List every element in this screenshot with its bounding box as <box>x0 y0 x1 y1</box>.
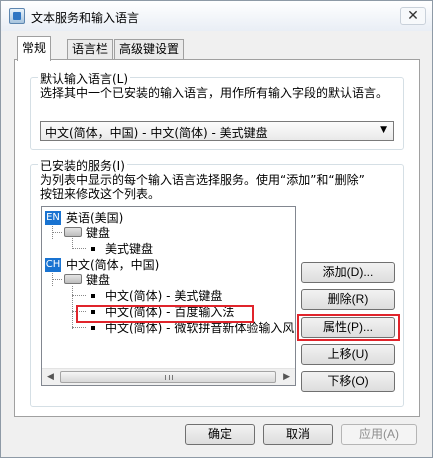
installed-services-description-line2: 按钮来修改这个列表。 <box>40 187 161 201</box>
tree-node-ime-us-keyboard[interactable]: 中文(简体) - 美式键盘 <box>105 289 222 303</box>
cancel-button[interactable]: 取消 <box>263 424 333 445</box>
bullet-icon <box>91 294 95 298</box>
tab-language-bar[interactable]: 语言栏 <box>67 39 114 59</box>
bullet-icon <box>91 326 95 330</box>
tree-line <box>72 327 86 328</box>
move-down-button[interactable]: 下移(O) <box>301 371 395 392</box>
tab-advanced-key-settings[interactable]: 高级键设置 <box>114 39 185 59</box>
tree-node-english-us[interactable]: 英语(美国) <box>66 211 123 225</box>
tree-node-ch-keyboard[interactable]: 键盘 <box>86 273 110 287</box>
installed-services-label: 已安装的服务(I) <box>38 157 127 174</box>
default-language-dropdown[interactable]: 中文(简体，中国) - 中文(简体) - 美式键盘 ▼ <box>40 121 394 141</box>
default-language-label: 默认输入语言(L) <box>38 70 131 87</box>
tree-line <box>72 248 86 249</box>
keyboard-icon <box>64 227 82 237</box>
window-title: 文本服务和输入语言 <box>31 11 140 25</box>
scrollbar-thumb[interactable] <box>60 371 276 383</box>
close-button[interactable]: ✕ <box>400 7 426 25</box>
tree-line <box>72 295 86 296</box>
highlight-properties-button <box>297 314 400 341</box>
keyboard-icon <box>64 274 82 284</box>
scroll-left-icon[interactable]: ◀ <box>47 372 54 382</box>
bullet-icon <box>91 247 95 251</box>
default-language-description: 选择其中一个已安装的输入语言，用作所有输入字段的默认语言。 <box>40 86 389 100</box>
apply-button[interactable]: 应用(A) <box>341 424 417 445</box>
default-language-value: 中文(简体，中国) - 中文(简体) - 美式键盘 <box>45 126 268 140</box>
grip-icon <box>165 375 173 380</box>
tree-node-en-us-keyboard[interactable]: 美式键盘 <box>105 242 153 256</box>
dialog-window: 文本服务和输入语言 ✕ 常规 语言栏 高级键设置 默认输入语言(L) 选择其中一… <box>0 0 433 458</box>
tree-line <box>52 232 62 233</box>
highlight-baidu-ime <box>76 305 254 323</box>
tree-node-chinese-simplified[interactable]: 中文(简体，中国) <box>66 258 159 272</box>
dropdown-arrow-icon: ▼ <box>380 125 387 135</box>
tree-line <box>52 279 62 280</box>
tree-line <box>72 286 73 329</box>
language-flag-ch-icon: CH <box>45 258 61 272</box>
ok-button[interactable]: 确定 <box>185 424 255 445</box>
tab-general[interactable]: 常规 <box>17 36 52 61</box>
tree-node-ime-microsoft-pinyin[interactable]: 中文(简体) - 微软拼音新体验输入风 <box>105 321 294 335</box>
installed-services-description-line1: 为列表中显示的每个输入语言选择服务。使用“添加”和“删除” <box>40 173 365 187</box>
remove-button[interactable]: 删除(R) <box>301 289 395 310</box>
add-button[interactable]: 添加(D)... <box>301 262 395 283</box>
tree-horizontal-scrollbar[interactable]: ◀ ▶ <box>42 368 295 385</box>
close-icon: ✕ <box>407 8 419 24</box>
move-up-button[interactable]: 上移(U) <box>301 344 395 365</box>
installed-services-tree[interactable]: EN 英语(美国) 键盘 美式键盘 CH 中文(简体，中国) 键盘 中文(简体)… <box>41 206 296 386</box>
language-flag-en-icon: EN <box>45 211 61 225</box>
keyboard-settings-icon <box>9 8 25 24</box>
scroll-right-icon[interactable]: ▶ <box>283 372 290 382</box>
title-bar: 文本服务和输入语言 ✕ <box>1 1 432 31</box>
tree-node-en-keyboard[interactable]: 键盘 <box>86 226 110 240</box>
